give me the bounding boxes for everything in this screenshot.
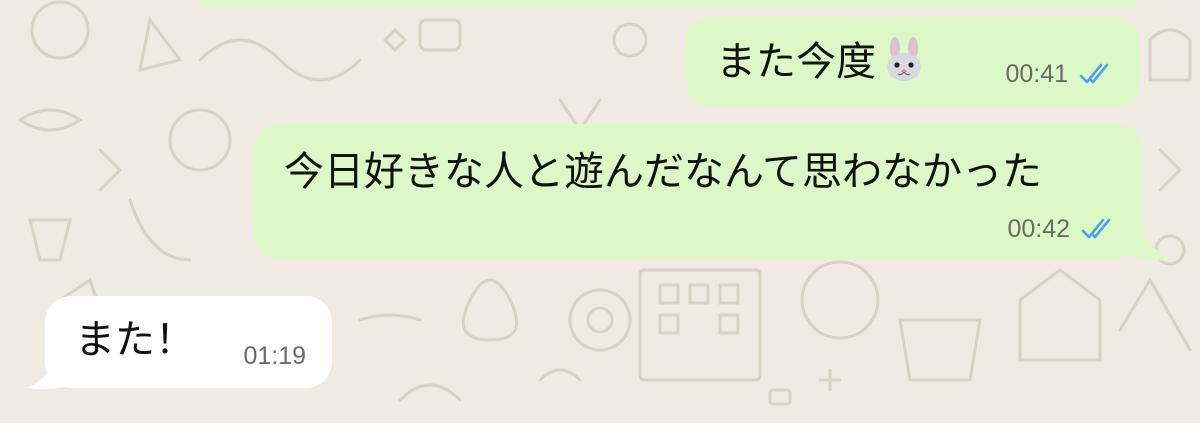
message-time: 00:41 [1005, 60, 1068, 88]
outgoing-message-bubble[interactable]: 今日好きな人と遊んだなんて思わなかった 00:42 [254, 124, 1142, 259]
message-text-row: また今度 [716, 37, 926, 94]
previous-message-bubble-edge [200, 0, 1140, 7]
message-meta: 01:19 [243, 341, 306, 371]
message-time: 01:19 [243, 342, 306, 370]
double-check-read-icon [1081, 218, 1111, 239]
double-check-read-icon [1079, 63, 1109, 84]
message-time: 00:42 [1007, 215, 1070, 243]
message-text: また！ [75, 317, 195, 363]
rabbit-face-icon [882, 37, 926, 94]
message-text: また今度 [716, 39, 876, 85]
message-text: 今日好きな人と遊んだなんて思わなかった [284, 149, 1042, 195]
message-meta: 00:41 [1005, 59, 1118, 89]
outgoing-bubble-tail [1120, 222, 1172, 261]
message-meta: 00:42 [1007, 214, 1120, 244]
incoming-message-bubble[interactable]: また！ 01:19 [45, 296, 332, 388]
incoming-bubble-tail [26, 352, 78, 390]
outgoing-message-bubble[interactable]: また今度 00:41 [686, 17, 1140, 107]
